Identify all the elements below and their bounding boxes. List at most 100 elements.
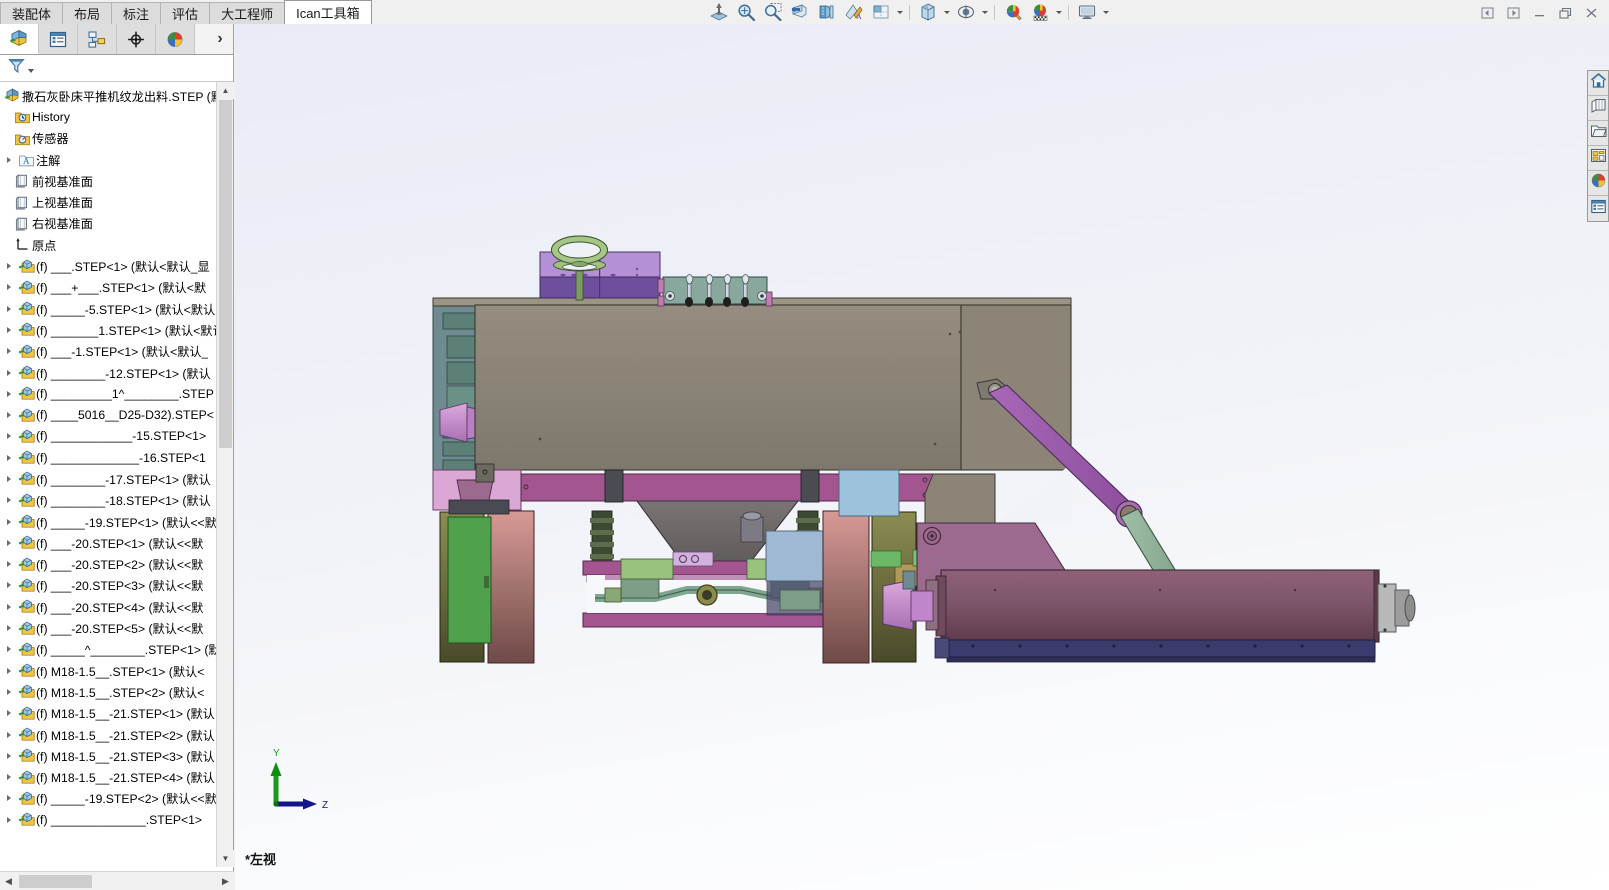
tree-item-sensors[interactable]: 传感器 xyxy=(0,128,217,149)
prev-document-button[interactable] xyxy=(1476,3,1499,23)
solidworks-resources-button[interactable] xyxy=(1588,71,1608,96)
expand-arrow-icon[interactable] xyxy=(2,688,16,695)
restore-button[interactable] xyxy=(1554,3,1577,23)
expand-arrow-icon[interactable] xyxy=(2,816,16,823)
display-state-icon[interactable] xyxy=(915,0,940,24)
next-document-button[interactable] xyxy=(1502,3,1525,23)
tree-component-row[interactable]: (f) _____-19.STEP<2> (默认<<默 xyxy=(0,788,217,809)
tree-component-row[interactable]: (f) ___.STEP<1> (默认<默认_显 xyxy=(0,255,217,276)
tree-item-top-plane[interactable]: 上视基准面 xyxy=(0,191,217,212)
expand-arrow-icon[interactable] xyxy=(2,284,16,291)
ribbon-tab-assembly[interactable]: 装配体 xyxy=(0,2,64,24)
ribbon-tab-ican-toolbox[interactable]: Ican工具箱 xyxy=(284,0,372,24)
tree-component-row[interactable]: (f) ________-18.STEP<1> (默认 xyxy=(0,490,217,511)
expand-arrow-icon[interactable] xyxy=(2,625,16,632)
filter-icon[interactable] xyxy=(7,56,26,80)
expand-arrow-icon[interactable] xyxy=(2,497,16,504)
tree-component-row[interactable]: (f) _____-19.STEP<1> (默认<<默 xyxy=(0,511,217,532)
appearances-scenes-button[interactable] xyxy=(1588,171,1608,196)
section-view-icon[interactable] xyxy=(787,0,812,24)
file-explorer-button[interactable] xyxy=(1588,121,1608,146)
expand-arrow-icon[interactable] xyxy=(2,667,16,674)
edit-appearance-icon[interactable] xyxy=(1000,0,1025,24)
apply-scene-dropdown-arrow[interactable] xyxy=(1054,0,1063,24)
tree-root-item[interactable]: 撒石灰卧床平推机纹龙出料.STEP (默 xyxy=(0,85,217,106)
zoom-to-fit-icon[interactable] xyxy=(733,0,758,24)
tree-component-row[interactable]: (f) ____________-15.STEP<1> xyxy=(0,426,217,447)
view-palette-button[interactable] xyxy=(1588,146,1608,171)
display-style-icon[interactable]: A xyxy=(841,0,866,24)
cad-model-3d-view[interactable]: Y Z xyxy=(235,24,1609,890)
expand-arrow-icon[interactable] xyxy=(2,582,16,589)
tree-component-row[interactable]: (f) ___+___.STEP<1> (默认<默 xyxy=(0,277,217,298)
expand-arrow-icon[interactable] xyxy=(2,731,16,738)
assembly-feature-tree[interactable]: 撒石灰卧床平推机纹龙出料.STEP (默 History 传感器 A 注解 前视… xyxy=(0,82,217,867)
expand-arrow-icon[interactable] xyxy=(2,518,16,525)
expand-arrow-icon[interactable] xyxy=(2,390,16,397)
scroll-down-arrow[interactable]: ▼ xyxy=(217,850,234,867)
scroll-left-arrow[interactable]: ◀ xyxy=(0,873,17,890)
tree-component-row[interactable]: (f) ___-20.STEP<5> (默认<<默 xyxy=(0,617,217,638)
tree-component-row[interactable]: (f) M18-1.5__.STEP<2> (默认< xyxy=(0,681,217,702)
hide-show-dropdown-arrow[interactable] xyxy=(895,0,904,24)
tree-item-annotations[interactable]: A 注解 xyxy=(0,149,217,170)
scroll-thumb[interactable] xyxy=(219,100,232,448)
expand-arrow-icon[interactable] xyxy=(2,795,16,802)
expand-arrow-icon[interactable] xyxy=(2,774,16,781)
tree-component-row[interactable]: (f) ___-20.STEP<4> (默认<<默 xyxy=(0,596,217,617)
expand-arrow-icon[interactable] xyxy=(2,412,16,419)
tree-vertical-scrollbar[interactable]: ▲ ▼ xyxy=(216,82,234,867)
graphics-viewport[interactable]: Y Z *左视 xyxy=(235,24,1609,890)
minimize-button[interactable] xyxy=(1528,3,1551,23)
tree-horizontal-scrollbar[interactable]: ◀ ▶ xyxy=(0,871,234,890)
view-settings-dropdown-arrow[interactable] xyxy=(1101,0,1110,24)
expand-arrow-icon[interactable] xyxy=(2,305,16,312)
expand-arrow-icon[interactable] xyxy=(2,475,16,482)
apply-scene-icon[interactable] xyxy=(1027,0,1052,24)
expand-arrow-icon[interactable] xyxy=(2,156,16,163)
tree-component-row[interactable]: (f) _____^________.STEP<1> (默 xyxy=(0,639,217,660)
tab-dimxpert-manager[interactable] xyxy=(117,24,156,54)
tree-item-history[interactable]: History xyxy=(0,106,217,127)
tree-component-row[interactable]: (f) ___-20.STEP<1> (默认<<默 xyxy=(0,532,217,553)
filter-dropdown-arrow[interactable] xyxy=(28,69,34,73)
zoom-to-area-icon[interactable] xyxy=(760,0,785,24)
hide-show-items-icon[interactable] xyxy=(868,0,893,24)
display-state-dropdown-arrow[interactable] xyxy=(942,0,951,24)
expand-arrow-icon[interactable] xyxy=(2,603,16,610)
expand-arrow-icon[interactable] xyxy=(2,539,16,546)
expand-arrow-icon[interactable] xyxy=(2,561,16,568)
ribbon-tab-layout[interactable]: 布局 xyxy=(62,2,113,24)
tree-component-row[interactable]: (f) M18-1.5__-21.STEP<1> (默认 xyxy=(0,703,217,724)
view-orientation-icon[interactable] xyxy=(814,0,839,24)
expand-arrow-icon[interactable] xyxy=(2,326,16,333)
tree-item-origin[interactable]: 原点 xyxy=(0,234,217,255)
scroll-up-arrow[interactable]: ▲ xyxy=(217,82,234,99)
close-button[interactable] xyxy=(1580,3,1603,23)
tree-item-right-plane[interactable]: 右视基准面 xyxy=(0,213,217,234)
tree-component-row[interactable]: (f) M18-1.5__-21.STEP<4> (默认 xyxy=(0,767,217,788)
tree-component-row[interactable]: (f) ________-12.STEP<1> (默认 xyxy=(0,362,217,383)
tree-component-row[interactable]: (f) ________-17.STEP<1> (默认 xyxy=(0,468,217,489)
expand-arrow-icon[interactable] xyxy=(2,369,16,376)
appearance-view-icon[interactable] xyxy=(953,0,978,24)
tab-display-manager[interactable] xyxy=(156,24,195,54)
tree-component-row[interactable]: (f) ___-1.STEP<1> (默认<默认_ xyxy=(0,341,217,362)
scroll-thumb-horizontal[interactable] xyxy=(19,874,92,888)
expand-arrow-icon[interactable] xyxy=(2,646,16,653)
expand-arrow-icon[interactable] xyxy=(2,348,16,355)
design-library-button[interactable] xyxy=(1588,96,1608,121)
scroll-right-arrow[interactable]: ▶ xyxy=(217,873,234,890)
tree-component-row[interactable]: (f) _______1.STEP<1> (默认<默认 xyxy=(0,319,217,340)
tab-property-manager[interactable] xyxy=(39,24,78,54)
tree-component-row[interactable]: (f) ___-20.STEP<3> (默认<<默 xyxy=(0,575,217,596)
tree-component-row[interactable]: (f) M18-1.5__-21.STEP<3> (默认 xyxy=(0,745,217,766)
expand-arrow-icon[interactable] xyxy=(2,710,16,717)
ribbon-tab-big-engineer[interactable]: 大工程师 xyxy=(209,2,286,24)
tree-component-row[interactable]: (f) ___-20.STEP<2> (默认<<默 xyxy=(0,554,217,575)
tab-feature-tree[interactable] xyxy=(0,24,39,54)
appearance-view-dropdown-arrow[interactable] xyxy=(980,0,989,24)
tree-component-row[interactable]: (f) _____________-16.STEP<1 xyxy=(0,447,217,468)
tree-component-row[interactable]: (f) M18-1.5__-21.STEP<2> (默认 xyxy=(0,724,217,745)
mate-icon[interactable] xyxy=(706,0,731,24)
